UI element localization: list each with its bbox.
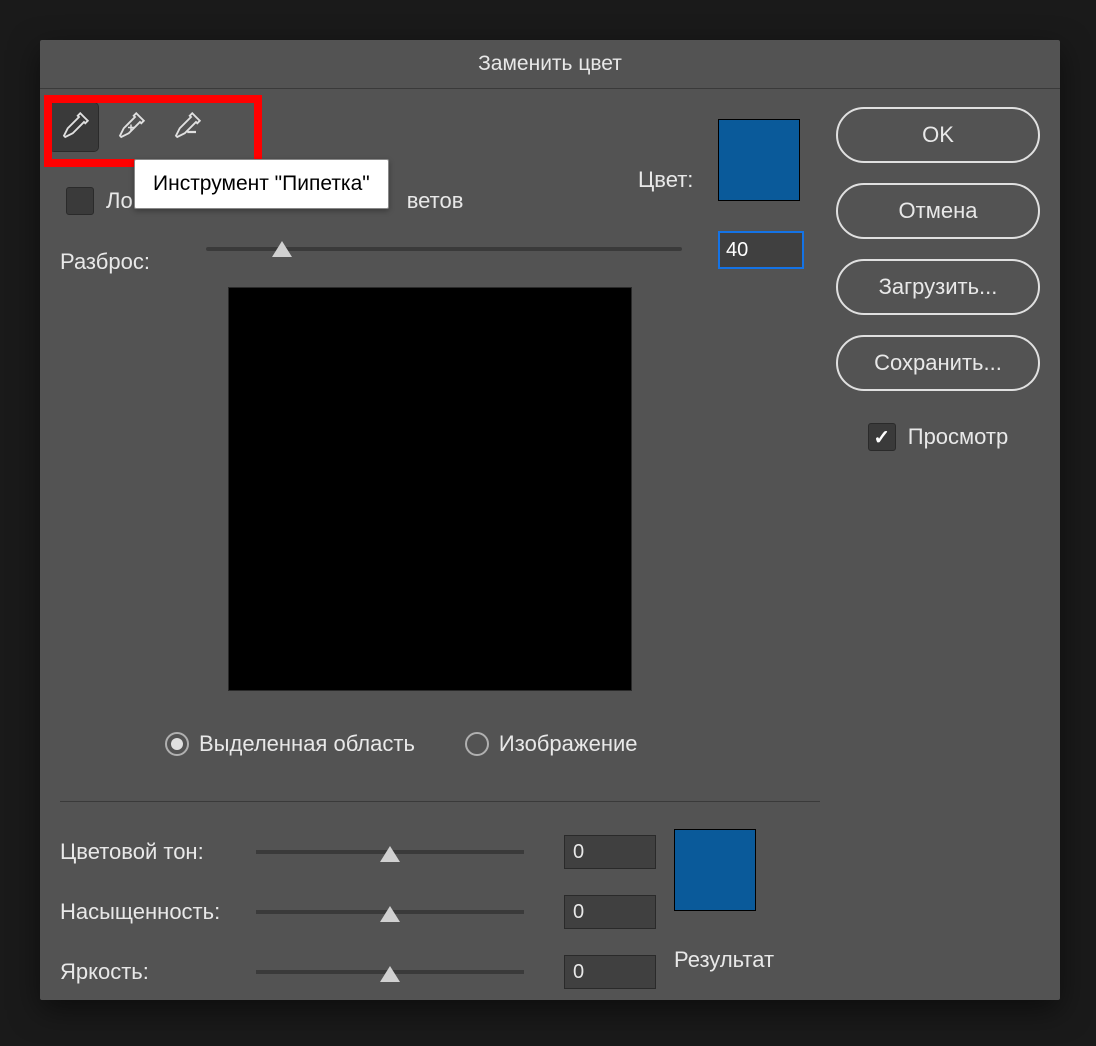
localized-text-right-fragment: ветов <box>407 188 464 214</box>
section-divider <box>60 801 820 802</box>
saturation-thumb[interactable] <box>380 906 400 922</box>
lightness-thumb[interactable] <box>380 966 400 982</box>
button-column: OK Отмена Загрузить... Сохранить... Прос… <box>836 107 1040 451</box>
eyedropper-add-tool[interactable] <box>106 103 154 151</box>
fuzziness-thumb[interactable] <box>272 241 292 257</box>
eyedropper-minus-icon <box>171 112 201 142</box>
preview-checkbox-label: Просмотр <box>908 424 1008 450</box>
selection-preview <box>228 287 632 691</box>
lightness-row: Яркость: <box>60 955 656 989</box>
replace-color-dialog: Заменить цвет <box>40 40 1060 1000</box>
radio-image[interactable]: Изображение <box>465 731 638 757</box>
eyedropper-plus-icon <box>115 112 145 142</box>
save-button[interactable]: Сохранить... <box>836 335 1040 391</box>
hue-row: Цветовой тон: <box>60 835 656 869</box>
eyedropper-toolbar <box>46 99 214 155</box>
saturation-slider[interactable] <box>256 910 524 914</box>
fuzziness-slider[interactable] <box>206 247 682 251</box>
hue-slider[interactable] <box>256 850 524 854</box>
color-label: Цвет: <box>638 167 693 193</box>
lightness-input[interactable] <box>564 955 656 989</box>
radio-selection-label: Выделенная область <box>199 731 415 757</box>
fuzziness-input[interactable] <box>718 231 804 269</box>
result-label: Результат <box>674 947 774 973</box>
eyedropper-tooltip: Инструмент "Пипетка" <box>134 159 389 209</box>
preview-toggle-row: Просмотр <box>836 423 1040 451</box>
saturation-row: Насыщенность: <box>60 895 656 929</box>
fuzziness-label: Разброс: <box>60 249 150 275</box>
radio-selection[interactable]: Выделенная область <box>165 731 415 757</box>
localized-clusters-checkbox[interactable] <box>66 187 94 215</box>
eyedropper-icon <box>59 112 89 142</box>
preview-checkbox[interactable] <box>868 423 896 451</box>
eyedropper-subtract-tool[interactable] <box>162 103 210 151</box>
result-color-swatch[interactable] <box>674 829 756 911</box>
localized-text-left-fragment: Ло <box>106 188 133 214</box>
source-color-swatch[interactable] <box>718 119 800 201</box>
cancel-button[interactable]: Отмена <box>836 183 1040 239</box>
preview-mode-radios: Выделенная область Изображение <box>165 731 638 757</box>
lightness-label: Яркость: <box>60 959 256 985</box>
saturation-input[interactable] <box>564 895 656 929</box>
lightness-slider[interactable] <box>256 970 524 974</box>
hue-input[interactable] <box>564 835 656 869</box>
eyedropper-tool[interactable] <box>50 103 98 151</box>
load-button[interactable]: Загрузить... <box>836 259 1040 315</box>
dialog-title: Заменить цвет <box>40 40 1060 89</box>
saturation-label: Насыщенность: <box>60 899 256 925</box>
hue-label: Цветовой тон: <box>60 839 256 865</box>
radio-selection-indicator <box>165 732 189 756</box>
radio-image-label: Изображение <box>499 731 638 757</box>
hue-thumb[interactable] <box>380 846 400 862</box>
radio-image-indicator <box>465 732 489 756</box>
ok-button[interactable]: OK <box>836 107 1040 163</box>
